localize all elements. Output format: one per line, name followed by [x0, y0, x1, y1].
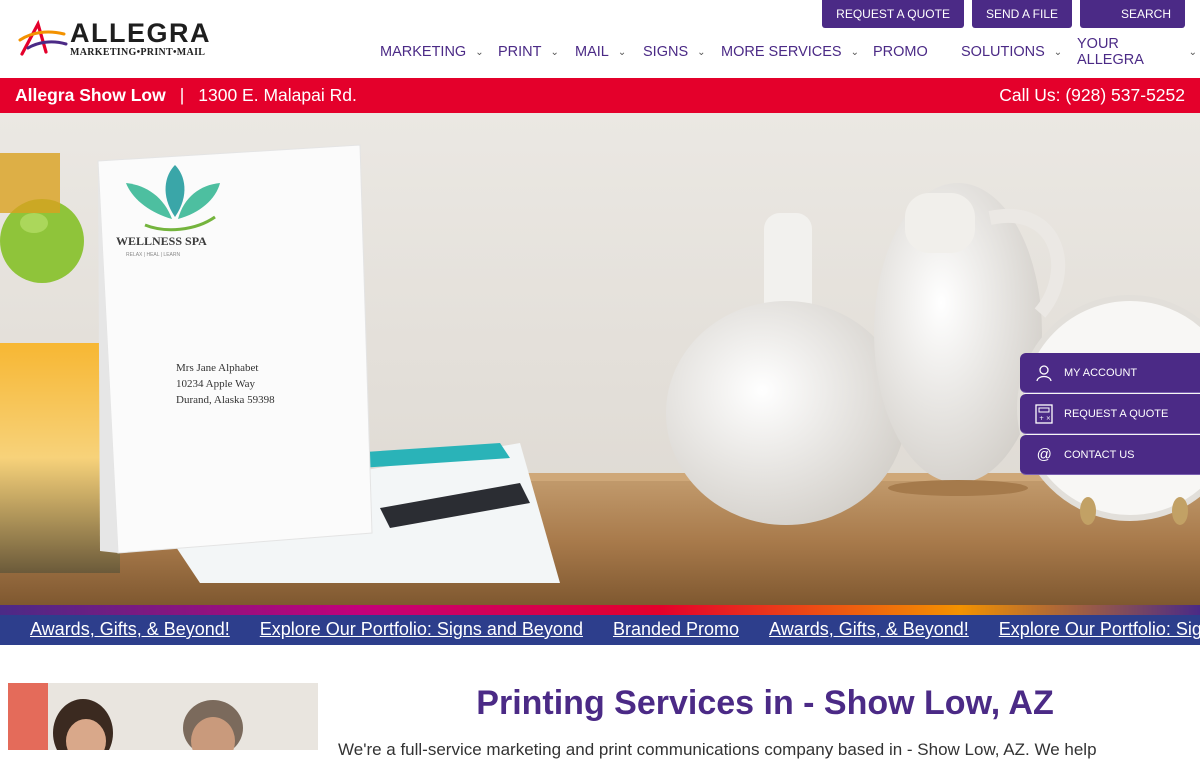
nav-item-marketing[interactable]: MARKETING ⌄	[380, 42, 498, 62]
nav-label: SIGNS	[643, 44, 689, 60]
chevron-down-icon: ⌄	[617, 46, 627, 58]
address-line-2: 10234 Apple Way	[176, 378, 255, 390]
nav-item-more-services[interactable]: MORE SERVICES ⌄	[721, 42, 873, 62]
side-request-quote-button[interactable]: + × REQUEST A QUOTE	[1020, 394, 1200, 434]
allegra-logo[interactable]: ALLEGRA MARKETING•PRINT•MAIL	[18, 14, 218, 62]
main-nav: MARKETING ⌄ PRINT ⌄ MAIL ⌄ SIGNS ⌄ MORE SERV…	[380, 36, 1197, 68]
location-address[interactable]: 1300 E. Malapai Rd.	[198, 85, 357, 105]
chevron-down-icon: ⌄	[850, 46, 859, 58]
request-quote-button[interactable]: REQUEST A QUOTE	[822, 0, 964, 28]
chevron-down-icon: ⌄	[475, 46, 484, 58]
request-quote-label: REQUEST A QUOTE	[836, 7, 950, 21]
hero-banner: WELLNESS SPA RELAX | HEAL | LEARN Mrs Ja…	[0, 113, 1200, 605]
nav-item-promo[interactable]: PROMO	[873, 42, 961, 62]
page-heading: Printing Services in - Show Low, AZ	[476, 684, 1054, 722]
site-header: ALLEGRA MARKETING•PRINT•MAIL REQUEST A Q…	[0, 0, 1200, 78]
at-icon: @	[1036, 446, 1052, 463]
chevron-down-icon: ⌄	[1188, 46, 1197, 58]
chevron-down-icon: ⌄	[550, 46, 559, 58]
send-file-button[interactable]: SEND A FILE	[971, 0, 1072, 28]
envelope-sub: RELAX | HEAL | LEARN	[126, 252, 180, 258]
location-separator: |	[179, 85, 185, 105]
nav-item-print[interactable]: PRINT ⌄	[498, 42, 575, 62]
svg-text:+ ×: + ×	[1039, 415, 1051, 422]
nav-label: PRINT	[498, 44, 542, 60]
side-request-quote-label: REQUEST A QUOTE	[1064, 407, 1169, 420]
address-line-1: Mrs Jane Alphabet	[176, 362, 258, 374]
ticker-link[interactable]: Branded Promo	[613, 619, 739, 640]
ticker-link[interactable]: Explore Our Portfolio: Signs and Beyond	[999, 619, 1200, 640]
contact-us-label: CONTACT US	[1064, 448, 1135, 461]
search-button[interactable]: SEARCH	[1080, 0, 1185, 28]
promo-ticker: Awards, Gifts, & Beyond! Explore Our Por…	[0, 615, 1200, 645]
location-bar: Allegra Show Low | 1300 E. Malapai Rd. Cal…	[0, 78, 1200, 113]
nav-item-mail[interactable]: MAIL ⌄	[575, 42, 643, 62]
intro-paragraph: We're a full-service marketing and print…	[338, 740, 1097, 759]
nav-label: MARKETING	[380, 44, 467, 60]
services-photo	[8, 683, 318, 750]
location-name[interactable]: Allegra Show Low	[15, 85, 166, 105]
logo-tagline: MARKETING•PRINT•MAIL	[70, 46, 206, 58]
ticker-link[interactable]: Awards, Gifts, & Beyond!	[30, 619, 230, 640]
logo-wordmark: ALLEGRA	[70, 17, 211, 48]
side-quick-menu: MY ACCOUNT + × REQUEST A QUOTE @ CONTACT…	[1020, 353, 1200, 476]
ticker-link[interactable]: Awards, Gifts, & Beyond!	[769, 619, 969, 640]
my-account-button[interactable]: MY ACCOUNT	[1020, 353, 1200, 393]
top-utility-buttons: REQUEST A QUOTE SEND A FILE SEARCH	[822, 0, 1185, 28]
contact-us-button[interactable]: @ CONTACT US	[1020, 435, 1200, 475]
location-info: Allegra Show Low | 1300 E. Malapai Rd.	[15, 85, 357, 106]
envelope-brand: WELLNESS SPA	[116, 234, 207, 248]
nav-item-signs[interactable]: SIGNS ⌄	[643, 42, 721, 62]
calculator-icon: + ×	[1034, 403, 1054, 424]
search-label: SEARCH	[1120, 7, 1171, 21]
address-line-3: Durand, Alaska 59398	[176, 394, 275, 406]
send-file-label: SEND A FILE	[985, 7, 1058, 21]
nav-label: PROMO	[873, 44, 928, 60]
call-us-phone[interactable]: Call Us: (928) 537-5252	[999, 85, 1185, 106]
nav-label: SOLUTIONS	[961, 44, 1045, 60]
nav-label: MORE SERVICES	[721, 44, 842, 60]
user-icon	[1034, 363, 1054, 383]
gradient-divider	[0, 605, 1200, 615]
chevron-down-icon: ⌄	[697, 46, 706, 58]
nav-label: MAIL	[575, 44, 609, 60]
allegra-logo-mark-icon	[18, 19, 68, 56]
ticker-link[interactable]: Explore Our Portfolio: Signs and Beyond	[260, 619, 583, 640]
chevron-down-icon: ⌄	[1053, 46, 1063, 58]
nav-item-solutions[interactable]: SOLUTIONS ⌄	[961, 42, 1077, 62]
nav-item-your-allegra[interactable]: YOUR ALLEGRA ⌄	[1077, 36, 1197, 68]
my-account-label: MY ACCOUNT	[1064, 366, 1138, 379]
nav-label: YOUR ALLEGRA	[1077, 36, 1144, 68]
